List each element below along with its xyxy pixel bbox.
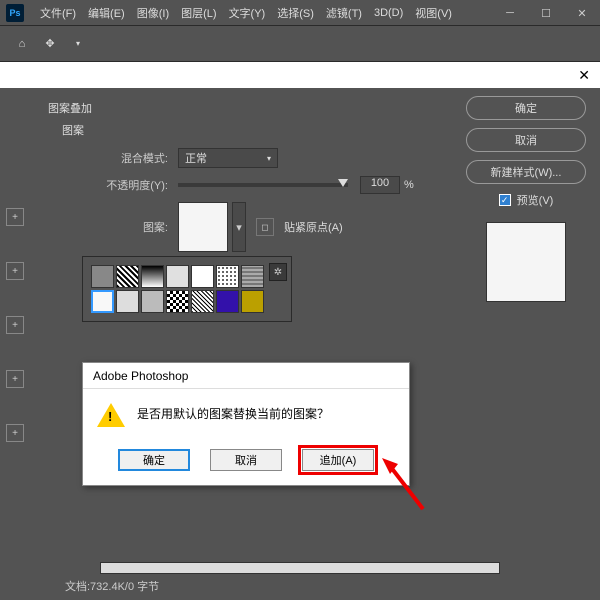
blend-mode-label: 混合模式:: [88, 150, 168, 166]
pattern-swatch[interactable]: [241, 290, 264, 313]
warning-icon: [97, 403, 125, 431]
menu-layer[interactable]: 图层(L): [175, 5, 222, 21]
dialog-close-button[interactable]: ✕: [578, 67, 590, 84]
home-icon[interactable]: ⌂: [10, 32, 34, 56]
pattern-swatch[interactable]: [216, 265, 239, 288]
pattern-swatch[interactable]: [91, 290, 114, 313]
confirm-cancel-button[interactable]: 取消: [210, 449, 282, 471]
horizontal-scrollbar[interactable]: [100, 562, 500, 574]
pattern-swatch[interactable]: [116, 265, 139, 288]
pattern-preview[interactable]: [178, 202, 228, 252]
add-effect-button[interactable]: +: [6, 208, 24, 226]
gear-icon[interactable]: ✲: [269, 263, 287, 281]
style-preview: [486, 222, 566, 302]
ok-button[interactable]: 确定: [466, 96, 586, 120]
pattern-swatch[interactable]: [166, 290, 189, 313]
confirm-append-button[interactable]: 追加(A): [302, 449, 374, 471]
opacity-input[interactable]: 100: [360, 176, 400, 194]
confirm-title: Adobe Photoshop: [83, 363, 409, 389]
menu-3d[interactable]: 3D(D): [368, 7, 409, 19]
menu-bar: Ps 文件(F) 编辑(E) 图像(I) 图层(L) 文字(Y) 选择(S) 滤…: [0, 0, 600, 26]
pattern-swatch[interactable]: [141, 265, 164, 288]
layer-style-dialog: ✕ + + + + + 图案叠加 图案 混合模式: 正常 ▾ 不透明度(Y): …: [0, 62, 600, 600]
blend-mode-select[interactable]: 正常 ▾: [178, 148, 278, 168]
checkbox-checked-icon: ✓: [499, 194, 511, 206]
new-preset-icon[interactable]: ◻: [256, 218, 274, 236]
pattern-swatch[interactable]: [216, 290, 239, 313]
add-effect-button[interactable]: +: [6, 370, 24, 388]
pattern-dropdown-button[interactable]: ▾: [232, 202, 246, 252]
menu-type[interactable]: 文字(Y): [223, 5, 272, 21]
menu-filter[interactable]: 滤镜(T): [320, 5, 368, 21]
new-style-button[interactable]: 新建样式(W)...: [466, 160, 586, 184]
dialog-header: ✕: [0, 62, 600, 88]
pattern-swatch[interactable]: [91, 265, 114, 288]
pattern-swatch[interactable]: [116, 290, 139, 313]
pattern-picker-popup: ✲: [82, 256, 292, 322]
confirm-ok-button[interactable]: 确定: [118, 449, 190, 471]
pattern-grid: [91, 265, 265, 313]
snap-origin-label[interactable]: 贴紧原点(A): [284, 219, 343, 235]
chevron-down-icon: ▾: [267, 154, 271, 163]
pattern-swatch[interactable]: [241, 265, 264, 288]
pattern-swatch[interactable]: [141, 290, 164, 313]
add-effect-button[interactable]: +: [6, 262, 24, 280]
preview-checkbox[interactable]: ✓ 预览(V): [466, 192, 586, 208]
cancel-button[interactable]: 取消: [466, 128, 586, 152]
status-bar: 100% 文档:732.4K/0 字节: [55, 578, 495, 594]
add-effect-button[interactable]: +: [6, 316, 24, 334]
move-tool-icon[interactable]: ✥: [38, 32, 62, 56]
window-close-button[interactable]: ✕: [564, 0, 600, 26]
pattern-swatch[interactable]: [191, 265, 214, 288]
pattern-swatch[interactable]: [166, 265, 189, 288]
blend-mode-value: 正常: [185, 150, 207, 166]
window-minimize-button[interactable]: ─: [492, 0, 528, 26]
window-maximize-button[interactable]: ☐: [528, 0, 564, 26]
confirm-message: 是否用默认的图案替换当前的图案？: [137, 403, 329, 431]
preview-label: 预览(V): [517, 192, 554, 208]
pattern-overlay-panel: 图案叠加 图案 混合模式: 正常 ▾ 不透明度(Y): 100 % 图案: ▾ …: [30, 88, 600, 600]
pattern-swatch[interactable]: [191, 290, 214, 313]
menu-select[interactable]: 选择(S): [271, 5, 320, 21]
opacity-label: 不透明度(Y):: [88, 177, 168, 193]
options-bar: ⌂ ✥ ▾: [0, 26, 600, 62]
opacity-slider[interactable]: [178, 183, 348, 187]
menu-edit[interactable]: 编辑(E): [82, 5, 131, 21]
doc-size: 文档:732.4K/0 字节: [65, 578, 159, 594]
menu-view[interactable]: 视图(V): [409, 5, 458, 21]
dialog-buttons: 确定 取消 新建样式(W)... ✓ 预览(V): [466, 96, 586, 302]
dropdown-icon[interactable]: ▾: [66, 32, 90, 56]
slider-handle-icon[interactable]: [338, 179, 348, 187]
opacity-unit: %: [404, 179, 414, 191]
pattern-label: 图案:: [128, 219, 168, 235]
confirm-dialog: Adobe Photoshop 是否用默认的图案替换当前的图案？ 确定 取消 追…: [82, 362, 410, 486]
menu-file[interactable]: 文件(F): [34, 5, 82, 21]
app-logo: Ps: [6, 4, 24, 22]
effects-sidebar: + + + + +: [0, 88, 30, 600]
add-effect-button[interactable]: +: [6, 424, 24, 442]
menu-image[interactable]: 图像(I): [131, 5, 175, 21]
